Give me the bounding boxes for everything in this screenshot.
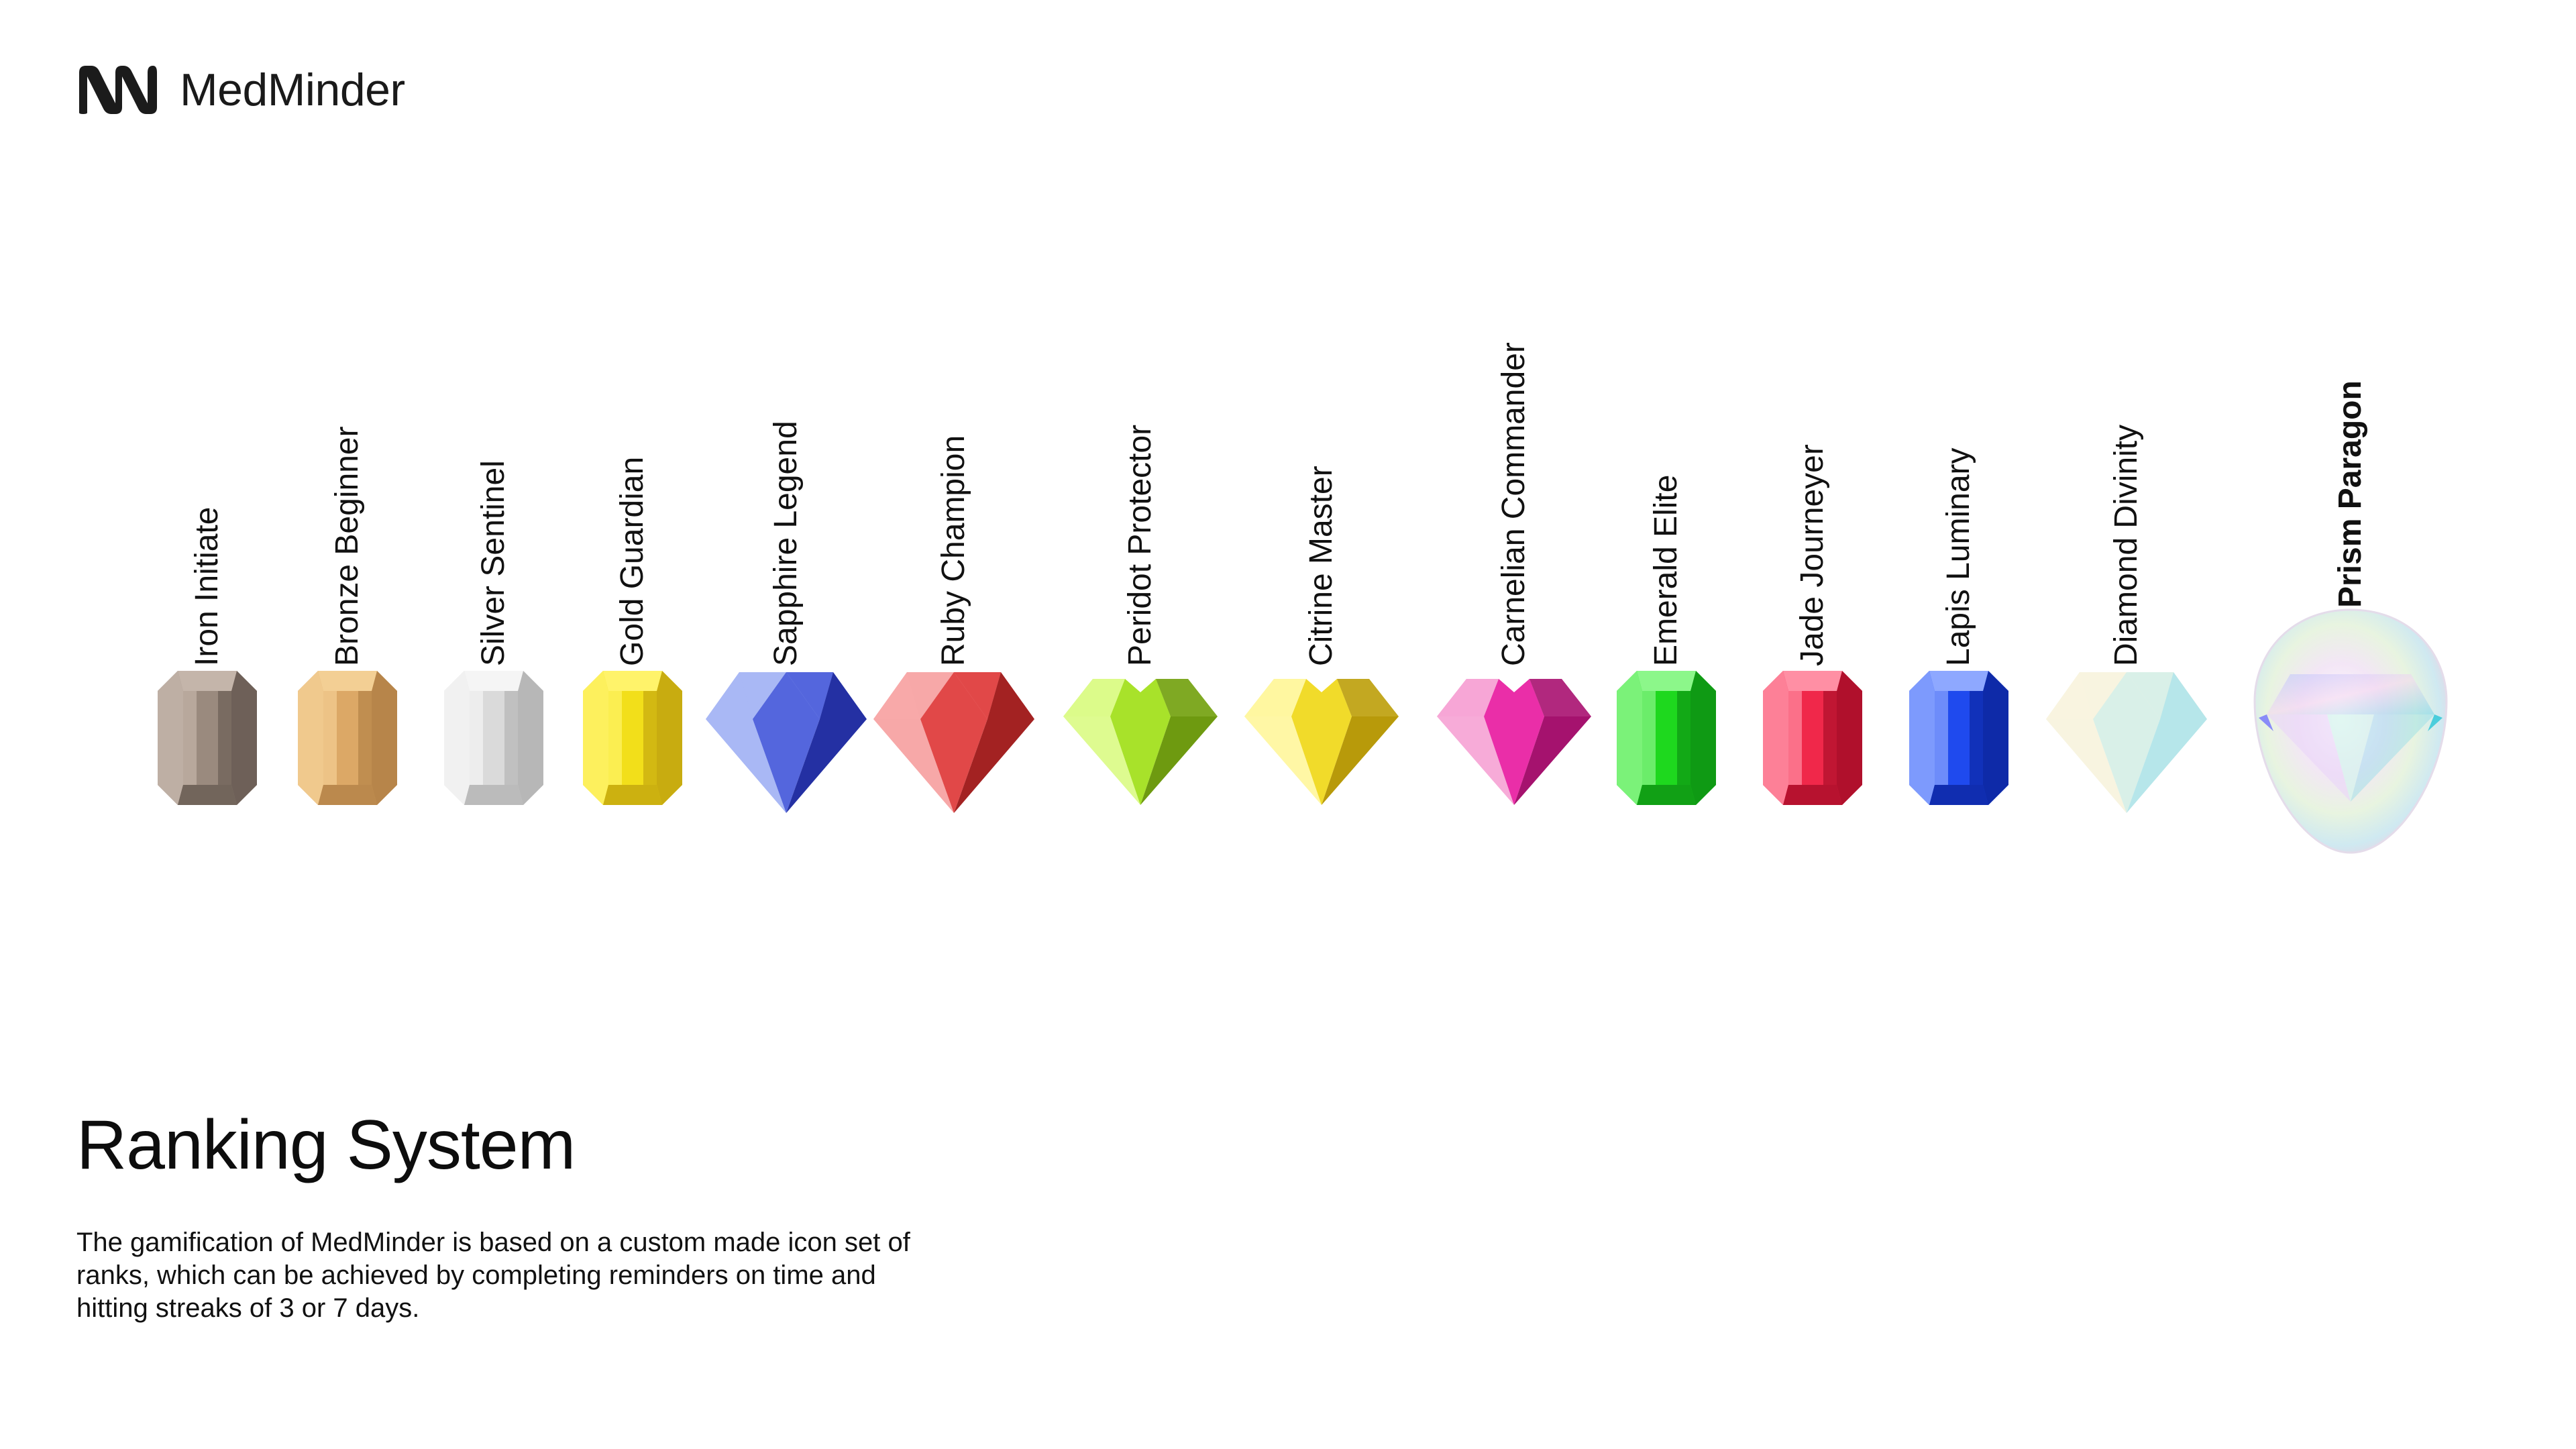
page: MedMinder Iron Initiate Bronze Beginner Si… <box>0 0 2576 1449</box>
rank-gem-icon <box>444 671 543 805</box>
rank-label: Lapis Luminary <box>1941 447 1976 667</box>
rank-label: Diamond Divinity <box>2108 424 2144 666</box>
rank-gem-icon <box>706 672 867 813</box>
rank-label: Carnelian Commander <box>1496 342 1532 666</box>
rank-label: Jade Journeyer <box>1794 444 1830 666</box>
rank-gem-icon <box>1063 679 1218 805</box>
rank-gem-icon <box>2046 672 2207 813</box>
medminder-logo-icon <box>79 66 157 114</box>
rank-label: Silver Sentinel <box>476 460 511 666</box>
rank-label: Sapphire Legend <box>768 421 804 666</box>
rank-gem-icon <box>1909 671 2008 805</box>
rank-gem-icon <box>583 671 682 805</box>
rank-label: Citrine Master <box>1303 466 1339 666</box>
section-title: Ranking System <box>76 1106 576 1184</box>
rank-gem-icon <box>2253 608 2448 854</box>
section-description: The gamification of MedMinder is based o… <box>76 1228 910 1323</box>
rank-label: Prism Paragon <box>2332 380 2368 608</box>
rank-label: Ruby Champion <box>936 435 971 666</box>
rank-label: Peridot Protector <box>1122 424 1158 666</box>
rank-gem-icon <box>1437 679 1591 805</box>
rank-gem-icon <box>873 672 1034 813</box>
brand-name: MedMinder <box>180 64 405 115</box>
rank-label: Emerald Elite <box>1648 474 1684 666</box>
rank-gem-icon <box>1763 671 1862 805</box>
rank-gem-icon <box>1617 671 1716 805</box>
rank-gem-icon <box>158 671 257 805</box>
rank-label: Bronze Beginner <box>329 426 365 666</box>
rank-gem-icon <box>298 671 397 805</box>
brand: MedMinder <box>76 63 405 117</box>
rank-gem-icon <box>1244 679 1399 805</box>
rank-label: Iron Initiate <box>189 506 225 666</box>
rank-label: Gold Guardian <box>614 456 650 666</box>
